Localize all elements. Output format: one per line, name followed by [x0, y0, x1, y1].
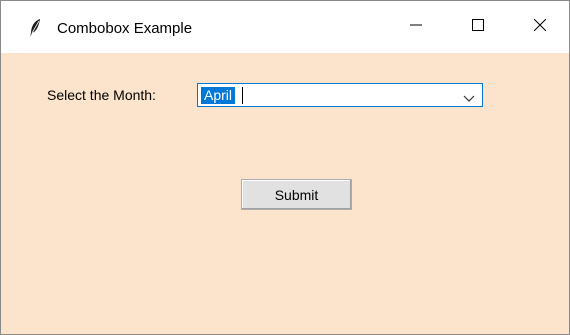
month-combobox[interactable]: April — [197, 83, 483, 107]
window-title: Combobox Example — [57, 20, 193, 37]
close-button[interactable] — [509, 1, 570, 53]
text-caret — [242, 87, 243, 104]
submit-button[interactable]: Submit — [241, 179, 352, 210]
close-icon — [533, 18, 547, 36]
feather-icon — [27, 18, 43, 38]
maximize-button[interactable] — [447, 1, 509, 53]
maximize-icon — [472, 18, 484, 36]
client-area: Select the Month: April Submit — [1, 53, 569, 334]
combobox-selected-text[interactable]: April — [201, 87, 236, 104]
app-window: Combobox Example Select the Month: April — [0, 0, 570, 335]
title-bar[interactable]: Combobox Example — [1, 1, 569, 53]
month-label: Select the Month: — [47, 87, 156, 103]
chevron-down-icon[interactable] — [463, 90, 475, 102]
minimize-button[interactable] — [385, 1, 447, 53]
minimize-icon — [410, 18, 422, 36]
